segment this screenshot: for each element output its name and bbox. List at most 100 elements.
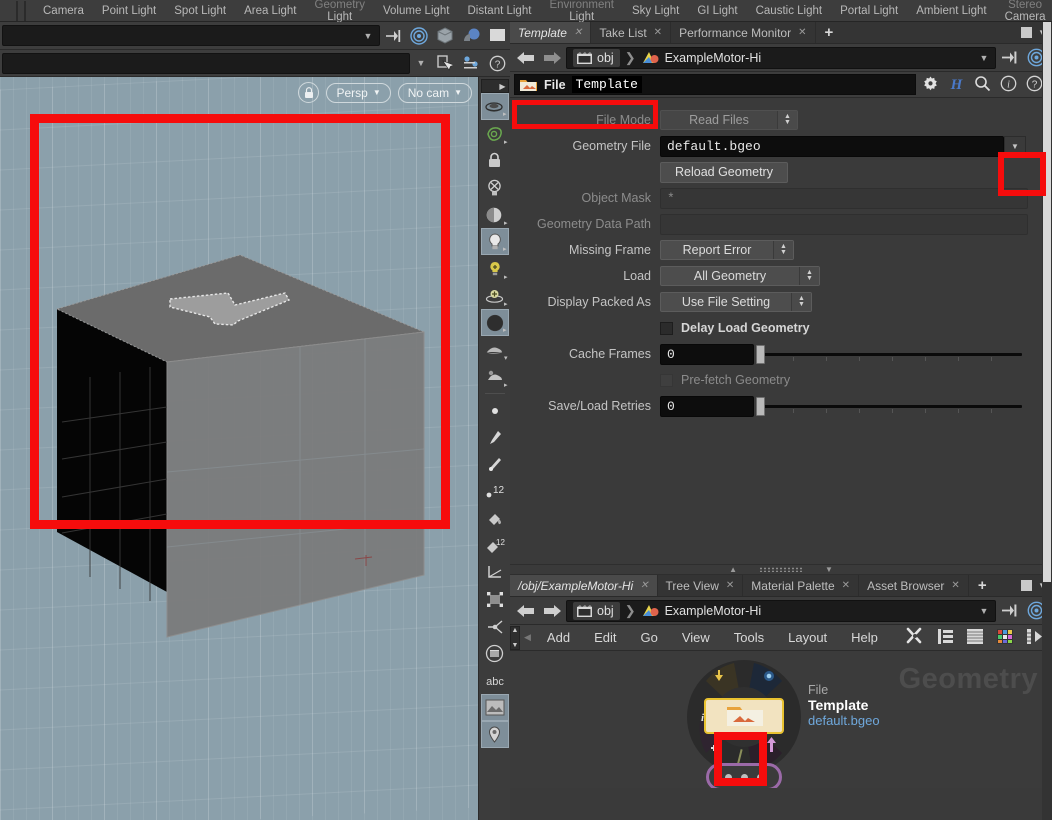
close-icon[interactable]: ✕ xyxy=(726,580,734,591)
delay-load-geometry-checkbox[interactable] xyxy=(660,321,673,335)
brush-icon[interactable] xyxy=(481,424,509,451)
layers-icon[interactable] xyxy=(966,628,984,648)
network-node-group[interactable] xyxy=(706,763,782,788)
viewport-3d[interactable]: Persp ▼ No cam ▼ xyxy=(0,77,478,820)
node-name-input[interactable]: Template xyxy=(571,76,642,93)
scrollbar-thumb[interactable] xyxy=(1043,22,1051,582)
breadcrumb[interactable]: obj ❯ ExampleMotor-Hi xyxy=(571,48,763,67)
viewport-camera-dropdown[interactable]: No cam ▼ xyxy=(397,82,472,103)
shading-paint-icon[interactable]: ▸ xyxy=(481,363,509,390)
chevron-down-icon[interactable]: ▼ xyxy=(357,26,379,45)
geometry-file-input[interactable]: default.bgeo xyxy=(660,135,1004,157)
lighting-icon[interactable] xyxy=(458,24,484,48)
load-dropdown[interactable]: All Geometry ▲ ▼ xyxy=(660,266,820,286)
back-button[interactable] xyxy=(514,600,538,622)
cube-display-icon[interactable] xyxy=(432,24,458,48)
light-bulb-icon[interactable]: ▸ xyxy=(480,228,509,255)
network-scrollbar[interactable] xyxy=(1042,22,1052,820)
reload-geometry-button[interactable]: Reload Geometry xyxy=(660,161,788,183)
prefetch-geometry-checkbox[interactable] xyxy=(660,373,673,387)
shelf-item-portal-light[interactable]: Portal Light xyxy=(831,0,907,22)
lock-icon[interactable] xyxy=(298,82,320,103)
add-tab-button[interactable]: + xyxy=(816,22,843,43)
menu-help[interactable]: Help xyxy=(839,630,890,645)
slider-handle[interactable] xyxy=(756,344,765,364)
viewport-view-mode-dropdown[interactable]: Persp ▼ xyxy=(326,82,391,103)
close-icon[interactable]: ✕ xyxy=(951,580,959,591)
shelf-item-stereo-camera[interactable]: Stereo Camera xyxy=(996,0,1052,23)
network-node-template[interactable] xyxy=(704,698,784,734)
point-icon[interactable] xyxy=(481,397,509,424)
menu-add[interactable]: Add xyxy=(535,630,582,645)
shelf-item-camera[interactable]: Camera xyxy=(34,0,93,22)
tab-performance-monitor[interactable]: Performance Monitor ✕ xyxy=(671,22,816,43)
select-mode-icon[interactable]: ▸ xyxy=(481,120,509,147)
menu-view[interactable]: View xyxy=(670,630,722,645)
bounding-box-icon[interactable] xyxy=(481,586,509,613)
spinner-icon[interactable]: ▲ ▼ xyxy=(791,293,811,311)
display-options-icon[interactable]: ▸ xyxy=(480,93,509,120)
shelf-item-point-light[interactable]: Point Light xyxy=(93,0,165,22)
shelf-grip-handle[interactable] xyxy=(16,0,18,21)
tab-template[interactable]: Template ✕ xyxy=(510,22,592,43)
shelf-item-gi-light[interactable]: GI Light xyxy=(688,0,746,22)
spinner-icon[interactable]: ▲ ▼ xyxy=(799,267,819,285)
pane-splitter[interactable]: ▲ ▼ xyxy=(510,564,1052,575)
missing-frame-dropdown[interactable]: Report Error ▲ ▼ xyxy=(660,240,794,260)
shelf-item-sky-light[interactable]: Sky Light xyxy=(623,0,688,22)
shelf-item-caustic-light[interactable]: Caustic Light xyxy=(747,0,831,22)
no-light-icon[interactable] xyxy=(481,174,509,201)
splitter-grip[interactable] xyxy=(759,567,803,572)
close-icon[interactable]: ✕ xyxy=(574,27,582,38)
menu-layout[interactable]: Layout xyxy=(776,630,839,645)
help-icon[interactable]: ? xyxy=(1026,75,1043,95)
menu-tools[interactable]: Tools xyxy=(722,630,776,645)
tab-asset-browser[interactable]: Asset Browser ✕ xyxy=(859,575,969,596)
collapse-up-icon[interactable]: ▲ xyxy=(729,565,737,574)
shelf-item-distant-light[interactable]: Distant Light xyxy=(459,0,541,22)
close-icon[interactable]: ✕ xyxy=(640,580,648,591)
breadcrumb[interactable]: obj ❯ ExampleMotor-Hi xyxy=(571,601,763,620)
gear-icon[interactable] xyxy=(922,75,939,95)
search-icon[interactable] xyxy=(974,75,991,95)
number-12-icon[interactable]: 12 xyxy=(481,478,509,505)
cache-frames-slider[interactable] xyxy=(756,344,1028,365)
pin-icon[interactable] xyxy=(380,24,406,48)
menubar-left-arrow[interactable]: ◀ xyxy=(520,632,535,643)
image-plane-icon[interactable] xyxy=(480,694,509,721)
menu-edit[interactable]: Edit xyxy=(582,630,628,645)
layers-circle-icon[interactable] xyxy=(481,640,509,667)
color-palette-icon[interactable] xyxy=(996,628,1014,648)
viewport-path-input[interactable]: ▼ xyxy=(2,25,380,46)
chevron-down-icon[interactable]: ▼ xyxy=(973,601,995,620)
shelf-item-spot-light[interactable]: Spot Light xyxy=(165,0,235,22)
maximize-pane-icon[interactable] xyxy=(1021,580,1033,591)
geometry-data-path-input[interactable] xyxy=(660,213,1028,235)
close-icon[interactable]: ✕ xyxy=(842,580,850,591)
network-editor-view[interactable]: Geometry i File Template default.bgeo xyxy=(510,651,1052,788)
slider-handle[interactable] xyxy=(756,396,765,416)
menu-go[interactable]: Go xyxy=(628,630,669,645)
headlight-icon[interactable]: ▸ xyxy=(481,201,509,228)
abc-icon[interactable]: abc xyxy=(481,667,509,694)
breadcrumb-root[interactable]: obj xyxy=(573,601,620,620)
maximize-pane-icon[interactable] xyxy=(1021,27,1033,38)
help-icon[interactable]: ? xyxy=(484,51,510,75)
chevron-down-icon-2[interactable]: ▼ xyxy=(410,54,432,73)
cache-frames-input[interactable]: 0 xyxy=(660,343,754,365)
light-add-icon[interactable]: ▸ xyxy=(481,255,509,282)
chevron-down-icon[interactable]: ▼ xyxy=(973,48,995,67)
light-orbit-icon[interactable]: ▸ xyxy=(481,282,509,309)
info-icon[interactable]: i xyxy=(1000,75,1017,95)
network-path-input[interactable]: obj ❯ ExampleMotor-Hi ▼ xyxy=(566,599,996,622)
shelf-item-ambient-light[interactable]: Ambient Light xyxy=(907,0,995,22)
list-tree-icon[interactable] xyxy=(937,628,954,648)
back-button[interactable] xyxy=(514,47,538,69)
toolbar-scroll-button[interactable]: ▶ xyxy=(480,79,509,93)
selection-options-icon[interactable] xyxy=(458,51,484,75)
chevron-down-icon[interactable]: ▼ xyxy=(1004,135,1026,157)
lock-icon[interactable] xyxy=(481,147,509,174)
marker-icon[interactable] xyxy=(480,721,509,748)
background-icon[interactable] xyxy=(484,24,510,48)
paint-bucket-icon[interactable] xyxy=(481,505,509,532)
